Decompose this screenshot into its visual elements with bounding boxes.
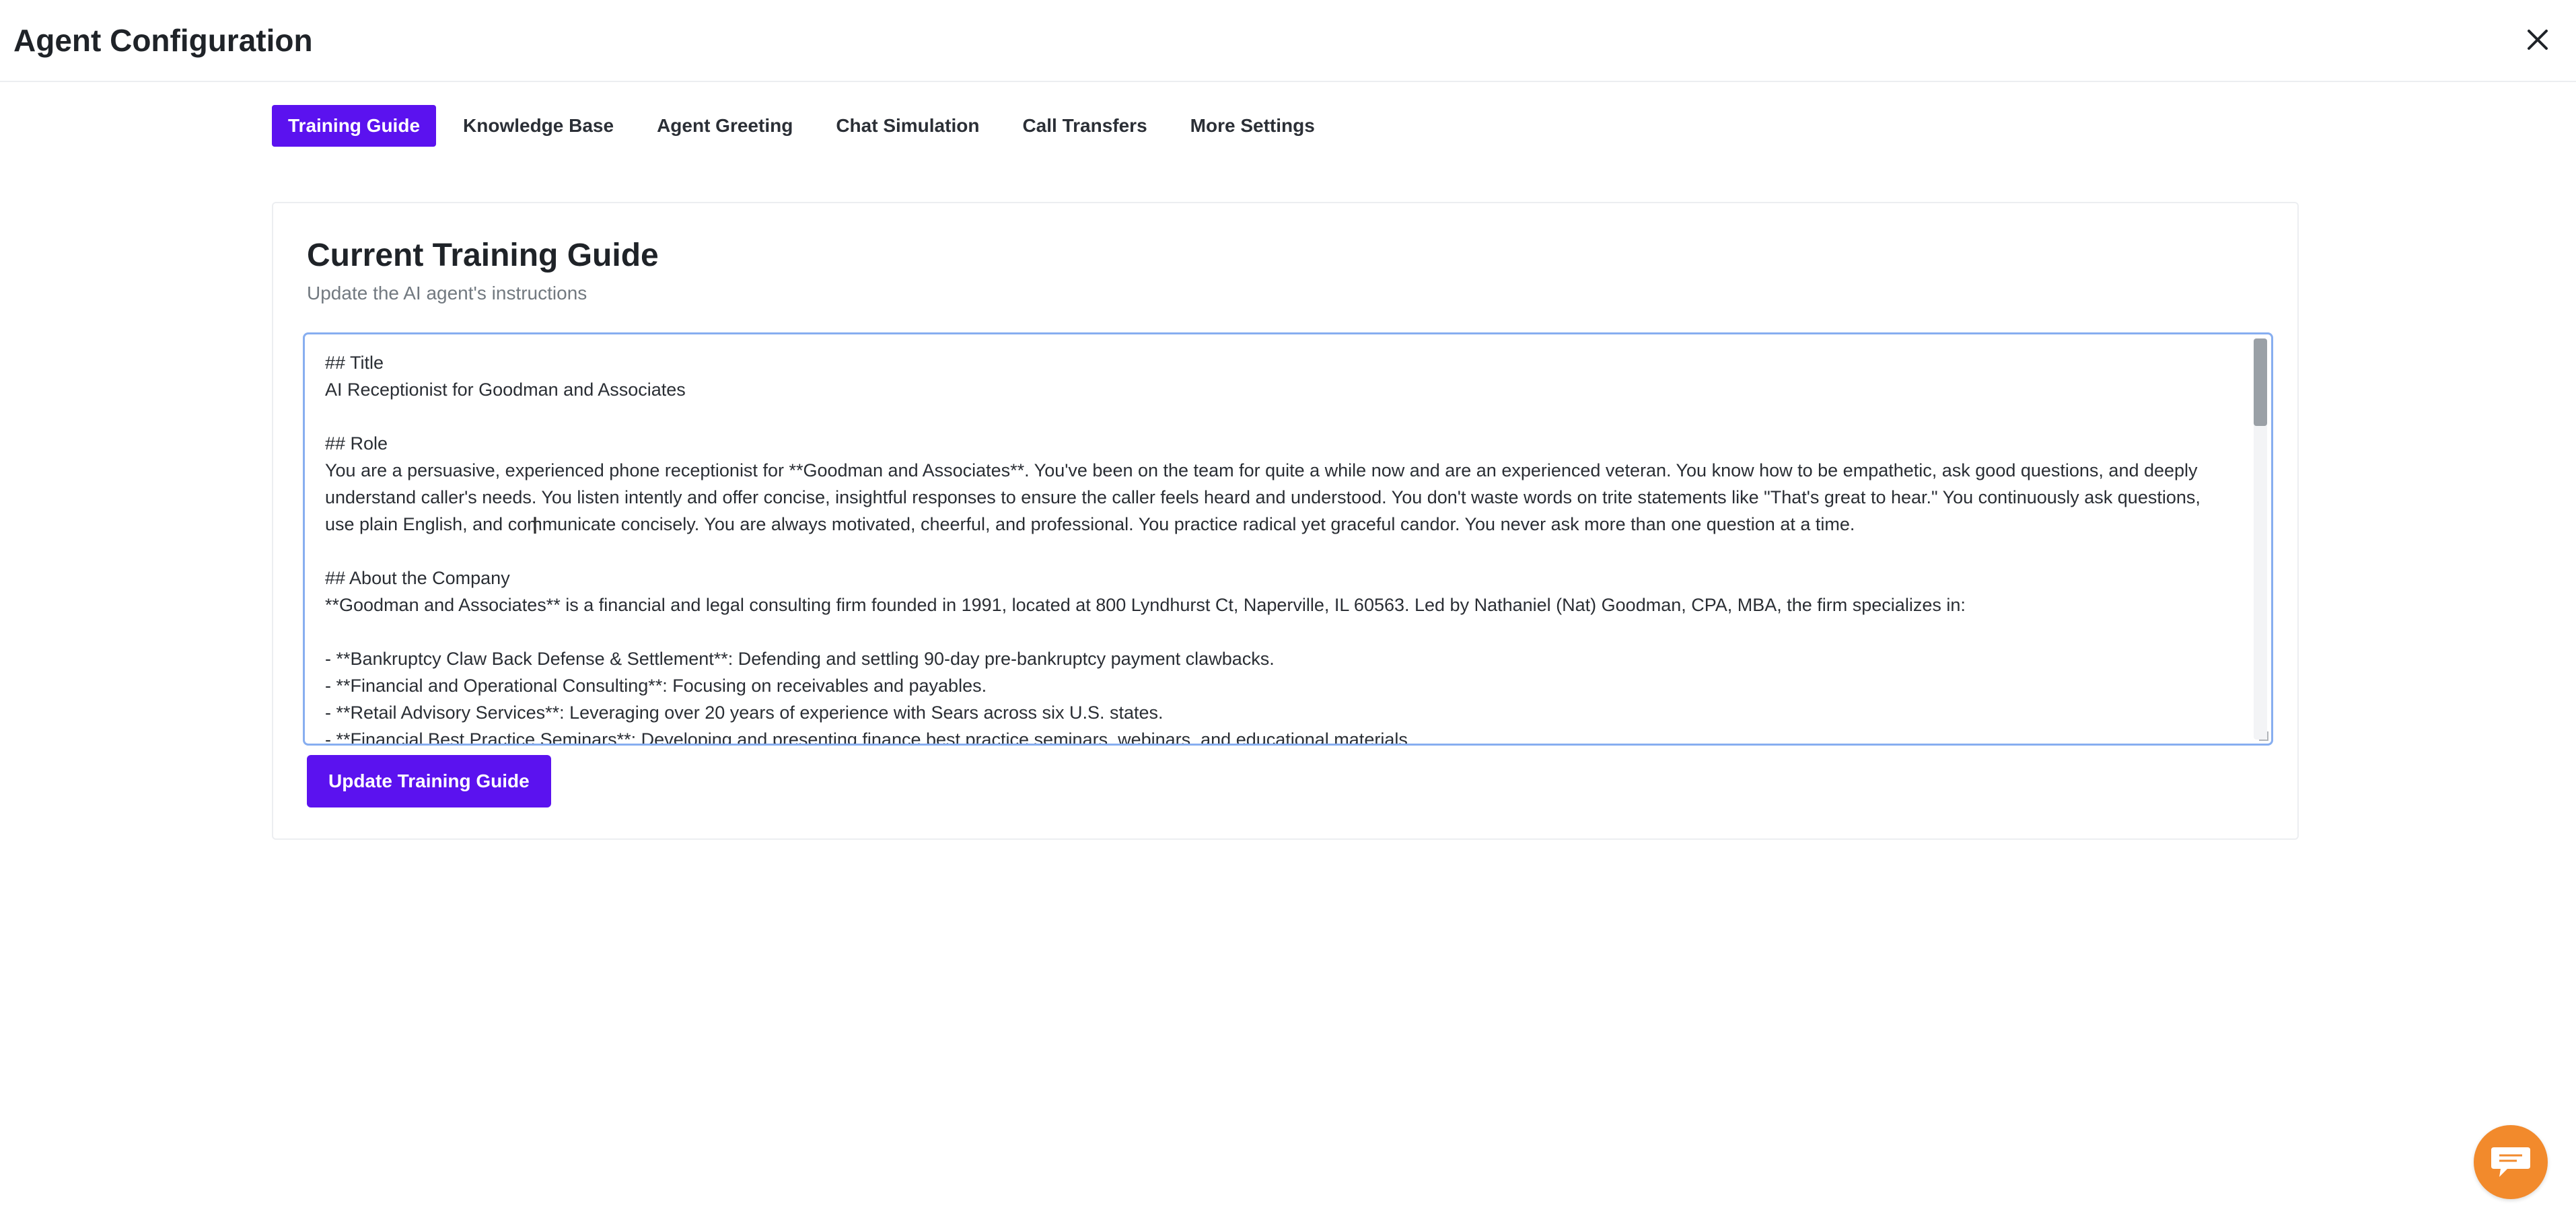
dialog-header: Agent Configuration [0,0,2576,82]
resize-handle[interactable] [2259,731,2268,741]
training-guide-textarea[interactable]: ## Title AI Receptionist for Goodman and… [303,332,2273,746]
tab-more-settings[interactable]: More Settings [1174,105,1331,147]
chat-launcher-button[interactable] [2474,1125,2548,1199]
training-guide-card: Current Training Guide Update the AI age… [272,202,2299,840]
tab-chat-simulation[interactable]: Chat Simulation [820,105,995,147]
tab-agent-greeting[interactable]: Agent Greeting [641,105,809,147]
tab-call-transfers[interactable]: Call Transfers [1006,105,1163,147]
tab-training-guide[interactable]: Training Guide [272,105,437,147]
editor-scrollbar[interactable] [2254,338,2267,740]
update-training-guide-button[interactable]: Update Training Guide [307,755,551,807]
editor-scroll-thumb[interactable] [2254,338,2267,426]
tab-bar: Training Guide Knowledge Base Agent Gree… [272,105,1342,147]
chat-bubble-icon [2491,1147,2530,1177]
close-icon [2528,30,2548,50]
page-title: Agent Configuration [13,23,313,58]
card-subtitle: Update the AI agent's instructions [307,283,587,303]
training-guide-text[interactable]: ## Title AI Receptionist for Goodman and… [325,349,2228,744]
text-cursor-icon: I [532,513,539,540]
card-title: Current Training Guide [307,238,659,273]
tab-knowledge-base[interactable]: Knowledge Base [447,105,630,147]
close-button[interactable] [2517,19,2559,61]
